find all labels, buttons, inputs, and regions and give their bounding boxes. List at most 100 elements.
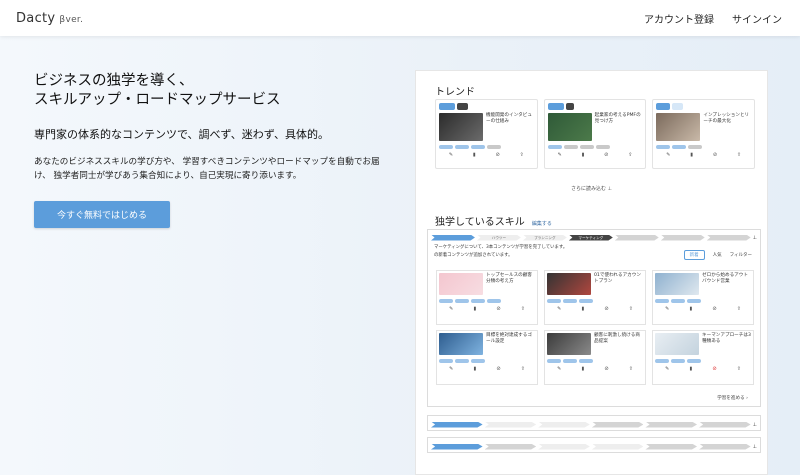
card-text: 起業家の考えるPMFの見つけ方: [595, 113, 643, 141]
roadmap-step[interactable]: ハウツー: [476, 234, 521, 241]
pin-icon[interactable]: ✎: [449, 306, 453, 312]
hide-icon[interactable]: ⊘: [496, 152, 500, 158]
share-icon[interactable]: ⇪: [520, 152, 524, 158]
share-icon[interactable]: ⇪: [629, 366, 633, 372]
bookmark-icon[interactable]: ▮: [689, 306, 692, 312]
filter-button[interactable]: フィルター: [730, 252, 752, 258]
tag: [656, 103, 670, 110]
hero-desc-line1: あなたのビジネススキルの学び方や、 学習すべきコンテンツやロードマップを自動でお…: [34, 157, 380, 167]
roadmap-step[interactable]: プランニング: [522, 234, 567, 241]
share-icon[interactable]: ⇪: [629, 306, 633, 312]
content-card[interactable]: 目標を絶対達成するゴール設定 ✎ ▮ ⊘ ⇪: [436, 330, 538, 385]
roadmap-step[interactable]: [706, 234, 751, 241]
bookmark-icon[interactable]: ▮: [689, 366, 692, 372]
bookmark-icon[interactable]: ▮: [581, 366, 584, 372]
start-free-button[interactable]: 今すぐ無料ではじめる: [34, 201, 170, 228]
share-icon[interactable]: ⇪: [628, 152, 632, 158]
thumbnail: [439, 113, 483, 141]
top-header: Dacty βver. アカウント登録 サインイン: [0, 0, 800, 36]
chevron-right-icon: ›: [746, 396, 748, 401]
hide-icon[interactable]: ⊘: [713, 152, 717, 158]
share-icon[interactable]: ⇪: [521, 306, 525, 312]
card-title: インプレッションとリーチの最大化: [703, 113, 750, 124]
tag: [671, 103, 684, 110]
roadmap-step: [538, 421, 590, 428]
roadmap-step[interactable]: [614, 234, 659, 241]
register-link[interactable]: アカウント登録: [644, 11, 714, 26]
content-card[interactable]: ゼロから始めるアウトバウンド営業 ✎ ▮ ⊘ ⇪: [652, 270, 754, 325]
hide-icon[interactable]: ⊘: [604, 366, 608, 372]
roadmap-step: [591, 443, 644, 450]
roadmap-step: [645, 443, 698, 450]
roadmap-bar: ⊥: [428, 420, 760, 429]
pin-icon[interactable]: ✎: [449, 152, 453, 158]
card-text: 機能開発のインタビューの仕組み: [486, 113, 534, 141]
pin-icon[interactable]: ✎: [557, 306, 561, 312]
card-title: 目標を絶対達成するゴール設定: [486, 333, 532, 344]
hide-icon[interactable]: ⊘: [496, 366, 500, 372]
header-nav: アカウント登録 サインイン: [644, 11, 782, 26]
hero-title: ビジネスの独学を導く、 スキルアップ・ロードマップサービス: [34, 72, 394, 110]
pin-icon[interactable]: ✎: [558, 152, 562, 158]
pin-icon[interactable]: ⊥: [753, 444, 757, 450]
hide-icon[interactable]: ⊘: [496, 306, 500, 312]
pin-down-icon: ⊥: [607, 186, 612, 192]
skill-roadmap-collapsed[interactable]: ⊥: [427, 437, 761, 453]
content-card[interactable]: 顧客に刺激し続ける商品提案 ✎ ▮ ⊘ ⇪: [544, 330, 646, 385]
read-more-text: さらに読み込む: [571, 186, 607, 192]
share-icon[interactable]: ⇪: [521, 366, 525, 372]
share-icon[interactable]: ⇪: [737, 306, 741, 312]
roadmap-bar: ⊥: [428, 442, 760, 451]
skills-title: 独学しているスキル 編集する: [435, 213, 552, 228]
pin-icon[interactable]: ✎: [666, 152, 670, 158]
pin-icon[interactable]: ✎: [665, 306, 669, 312]
roadmap-step[interactable]: [431, 234, 475, 241]
pin-icon[interactable]: ✎: [557, 366, 561, 372]
sort-popular[interactable]: 人気: [713, 252, 722, 258]
pin-icon[interactable]: ⊥: [753, 422, 757, 428]
bookmark-icon[interactable]: ▮: [473, 152, 476, 158]
skill-roadmap-collapsed[interactable]: ⊥: [427, 415, 761, 431]
edit-skills-link[interactable]: 編集する: [532, 221, 552, 227]
logo[interactable]: Dacty βver.: [16, 11, 83, 26]
tag: [547, 103, 564, 110]
content-card[interactable]: 01で使われるアカウントプラン ✎ ▮ ⊘ ⇪: [544, 270, 646, 325]
card-title: 顧客に刺激し続ける商品提案: [594, 333, 640, 344]
roadmap-step: [591, 421, 644, 428]
trend-card[interactable]: 起業家の考えるPMFの見つけ方 ✎ ▮ ⊘ ⇪: [543, 99, 647, 169]
sort-new[interactable]: 新着: [683, 250, 705, 260]
card-text: インプレッションとリーチの最大化: [703, 113, 751, 141]
proceed-learning-button[interactable]: 学習を進める ›: [717, 395, 748, 401]
signin-link[interactable]: サインイン: [732, 11, 782, 26]
read-more-link[interactable]: さらに読み込む ⊥: [416, 185, 767, 192]
trend-card[interactable]: 機能開発のインタビューの仕組み ✎ ▮ ⊘ ⇪: [435, 99, 538, 169]
pin-icon[interactable]: ✎: [449, 366, 453, 372]
roadmap-step[interactable]: マーケティング: [568, 234, 613, 241]
logo-text: Dacty: [16, 10, 56, 26]
roadmap-step[interactable]: [660, 234, 705, 241]
pin-icon[interactable]: ⊥: [753, 235, 757, 241]
skill-roadmap-box: ハウツー プランニング マーケティング ⊥ マーケティングについて、3本コンテン…: [427, 229, 761, 407]
bookmark-icon[interactable]: ▮: [582, 152, 585, 158]
bookmark-icon[interactable]: ▮: [581, 306, 584, 312]
bookmark-icon[interactable]: ▮: [473, 306, 476, 312]
hide-icon[interactable]: ⊘: [604, 152, 608, 158]
content-card[interactable]: トップセールスの顧客分類の考え方 ✎ ▮ ⊘ ⇪: [436, 270, 538, 325]
hide-icon[interactable]: ⊘: [712, 366, 716, 372]
logo-version: βver.: [59, 14, 84, 25]
tag: [565, 103, 575, 110]
bookmark-icon[interactable]: ▮: [473, 366, 476, 372]
card-title: トップセールスの顧客分類の考え方: [486, 273, 532, 284]
share-icon[interactable]: ⇪: [737, 366, 741, 372]
hide-icon[interactable]: ⊘: [712, 306, 716, 312]
content-card[interactable]: キーマンアプローチは3種類ある ✎ ▮ ⊘ ⇪: [652, 330, 754, 385]
pin-icon[interactable]: ✎: [665, 366, 669, 372]
trend-card[interactable]: インプレッションとリーチの最大化 ✎ ▮ ⊘ ⇪: [652, 99, 756, 169]
hero-title-line2: スキルアップ・ロードマップサービス: [34, 92, 281, 108]
card-title: キーマンアプローチは3種類ある: [702, 333, 751, 344]
roadmap-step: [431, 443, 483, 450]
hide-icon[interactable]: ⊘: [604, 306, 608, 312]
share-icon[interactable]: ⇪: [737, 152, 741, 158]
thumbnail: [547, 273, 591, 295]
bookmark-icon[interactable]: ▮: [690, 152, 693, 158]
